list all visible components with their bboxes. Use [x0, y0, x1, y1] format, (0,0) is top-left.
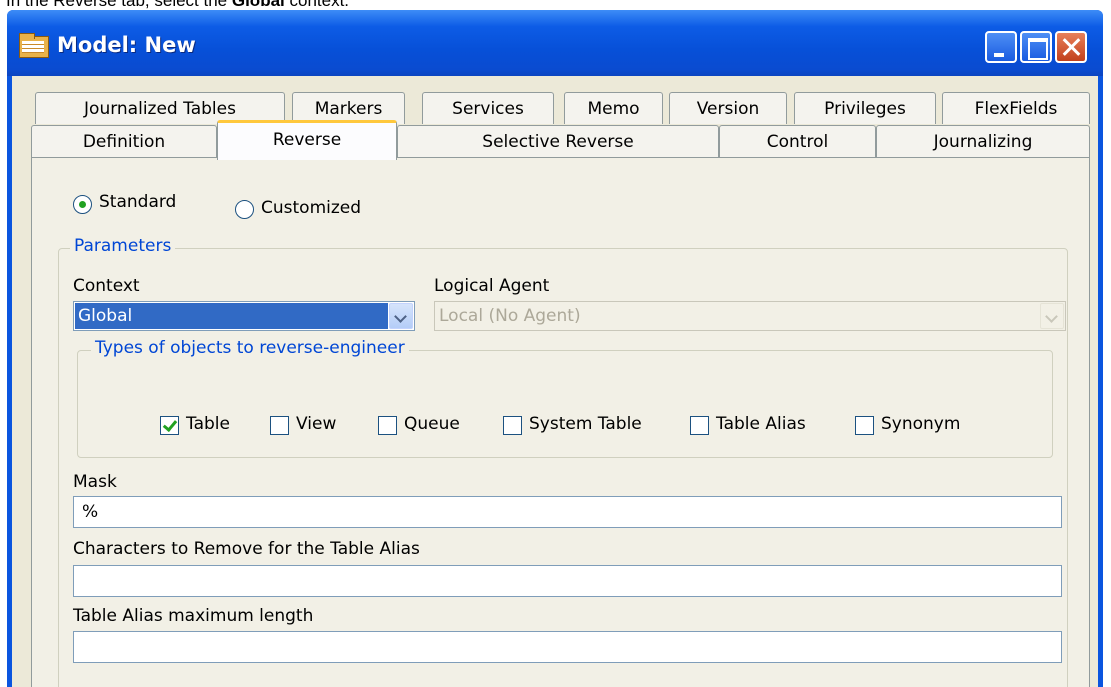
context-select[interactable]: Global [73, 301, 415, 331]
tab-services[interactable]: Services [422, 92, 554, 124]
tab-selective-reverse[interactable]: Selective Reverse [397, 125, 719, 157]
synonym-checkbox[interactable] [855, 416, 874, 435]
tab-reverse[interactable]: Reverse [217, 120, 397, 160]
instruction-suffix: context. [284, 0, 350, 10]
mask-input[interactable]: % [73, 496, 1062, 528]
context-selected-value: Global [75, 303, 388, 329]
system-table-checkbox[interactable] [503, 416, 522, 435]
window-title: Model: New [57, 33, 196, 57]
standard-radio[interactable] [73, 195, 92, 214]
close-button[interactable] [1055, 31, 1087, 63]
tab-privileges[interactable]: Privileges [794, 92, 936, 124]
view-checkbox-label[interactable]: View [296, 414, 336, 434]
tab-definition[interactable]: Definition [31, 125, 217, 157]
table-checkbox-label[interactable]: Table [186, 414, 230, 434]
chevron-down-icon [1040, 303, 1064, 329]
tab-flexfields[interactable]: FlexFields [942, 92, 1090, 124]
minimize-button[interactable] [985, 31, 1017, 63]
object-types-group [77, 350, 1053, 458]
parameters-title: Parameters [70, 236, 176, 256]
queue-checkbox[interactable] [378, 416, 397, 435]
synonym-checkbox-label[interactable]: Synonym [881, 414, 960, 434]
instruction-text: In the Reverse tab, select the Global co… [6, 0, 349, 10]
table-alias-checkbox-label[interactable]: Table Alias [716, 414, 806, 434]
logical-agent-select: Local (No Agent) [434, 301, 1066, 331]
customized-label[interactable]: Customized [261, 198, 361, 218]
view-checkbox[interactable] [270, 416, 289, 435]
tab-control[interactable]: Control [719, 125, 876, 157]
customized-radio[interactable] [235, 200, 254, 219]
window-client-area: Journalized Tables Markers Services Memo… [12, 76, 1098, 687]
tab-journalizing[interactable]: Journalizing [876, 125, 1090, 157]
standard-label[interactable]: Standard [99, 192, 176, 212]
model-window: Model: New Journalized Tables Markers Se… [7, 10, 1103, 687]
table-alias-checkbox[interactable] [690, 416, 709, 435]
instruction-prefix: In the Reverse tab, select the [6, 0, 232, 10]
tab-memo[interactable]: Memo [564, 92, 663, 124]
remove-chars-input[interactable] [73, 565, 1062, 597]
remove-chars-label: Characters to Remove for the Table Alias [73, 539, 420, 559]
context-label: Context [73, 276, 140, 296]
alias-length-label: Table Alias maximum length [73, 606, 314, 626]
maximize-button[interactable] [1020, 31, 1052, 63]
model-folder-icon [19, 33, 49, 58]
object-types-title: Types of objects to reverse-engineer [91, 338, 409, 358]
reverse-tab-panel: Standard Customized Parameters Context G… [31, 157, 1090, 687]
mask-label: Mask [73, 472, 117, 492]
chevron-down-icon[interactable] [389, 303, 413, 329]
system-table-checkbox-label[interactable]: System Table [529, 414, 642, 434]
title-bar[interactable]: Model: New [7, 10, 1103, 76]
logical-agent-label: Logical Agent [434, 276, 550, 296]
alias-length-input[interactable] [73, 631, 1062, 663]
table-checkbox[interactable] [160, 416, 179, 435]
tab-version[interactable]: Version [669, 92, 787, 124]
logical-agent-value: Local (No Agent) [439, 306, 581, 326]
queue-checkbox-label[interactable]: Queue [404, 414, 460, 434]
instruction-bold: Global [231, 0, 285, 10]
